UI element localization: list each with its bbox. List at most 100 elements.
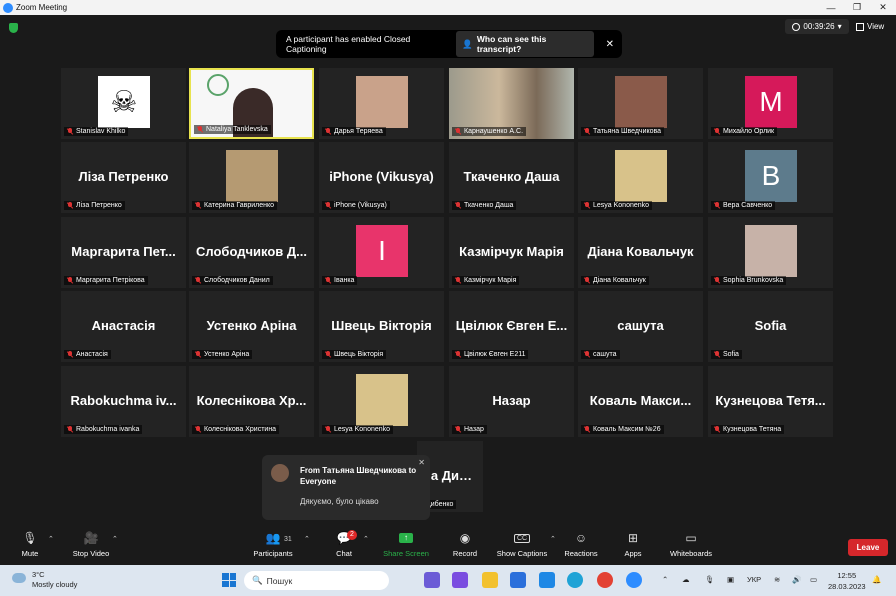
tile-name-large: Устенко Аріна <box>206 318 297 333</box>
muted-mic-icon <box>584 351 590 358</box>
video-tile[interactable]: Дарья Теряева <box>319 68 444 139</box>
video-tile[interactable]: Кузнецова Тетя... Кузнецова Тетяна <box>708 366 833 437</box>
video-tile[interactable]: Колеснікова Хр... Колеснікова Христина <box>189 366 314 437</box>
system-clock[interactable]: 12:55 28.03.2023 <box>828 570 866 592</box>
wifi-icon[interactable]: ≋ <box>774 575 780 584</box>
video-tile[interactable]: Маргарита Пет... Маргарита Петрікова <box>61 217 186 288</box>
minimize-button[interactable]: — <box>818 0 844 15</box>
video-tile[interactable]: сашута сашута <box>578 291 703 362</box>
weather-text: Mostly cloudy <box>32 580 78 589</box>
video-tile[interactable]: Катерина Гавриленко <box>189 142 314 213</box>
copilot-icon[interactable] <box>452 572 468 588</box>
chevron-down-icon: ▾ <box>837 22 842 31</box>
participants-options-chevron-icon[interactable]: ⌃ <box>304 535 310 543</box>
leave-button[interactable]: Leave <box>848 539 888 556</box>
tile-name-label: Колеснікова Христина <box>192 425 280 434</box>
video-tile[interactable]: Rabokuchma iv... Rabokuchma ivanka <box>61 366 186 437</box>
video-tile[interactable]: B Вера Савченко <box>708 142 833 213</box>
participant-name: Ткаченко Даша <box>464 202 514 209</box>
muted-mic-icon <box>325 426 331 433</box>
video-tile[interactable]: Діана Ковальчук Діана Ковальчук <box>578 217 703 288</box>
video-tile[interactable]: Lesya Kononenko <box>578 142 703 213</box>
video-tile[interactable]: Швець Вікторія Швець Вікторія <box>319 291 444 362</box>
tile-name-large: Sofia <box>754 318 787 333</box>
muted-mic-icon <box>325 202 331 209</box>
edge-browser-icon[interactable] <box>567 572 583 588</box>
chat-label: Chat <box>336 549 352 558</box>
tray-camera-icon[interactable]: ▣ <box>727 575 734 584</box>
video-tile[interactable]: Анастасія Анастасія <box>61 291 186 362</box>
battery-icon[interactable]: ▭ <box>810 575 817 584</box>
show-captions-button[interactable]: CC Show Captions <box>494 531 550 558</box>
stop-video-label: Stop Video <box>72 549 110 558</box>
weather-widget[interactable]: 3°C Mostly cloudy <box>12 570 77 590</box>
video-tile[interactable]: Устенко Аріна Устенко Аріна <box>189 291 314 362</box>
banner-close-icon[interactable]: ✕ <box>606 39 614 50</box>
tile-name-label: Михайло Орлик <box>711 127 778 136</box>
video-tile[interactable]: ☠ Stanislav Khilko <box>61 68 186 139</box>
chat-options-chevron-icon[interactable]: ⌃ <box>363 535 369 543</box>
participant-name: Lesya Kononenko <box>593 202 650 209</box>
video-options-chevron-icon[interactable]: ⌃ <box>112 535 118 543</box>
view-button[interactable]: View <box>856 19 884 34</box>
tile-name-label: Lesya Kononenko <box>322 425 394 434</box>
record-button[interactable]: ◉ Record <box>450 531 480 558</box>
maximize-button[interactable]: ❐ <box>844 0 870 15</box>
video-tile[interactable]: Карнаушенко А.С. <box>449 68 574 139</box>
video-tile[interactable]: Ткаченко Даша Ткаченко Даша <box>449 142 574 213</box>
letter-avatar: B <box>745 150 797 202</box>
microsoft-store-icon[interactable] <box>510 572 526 588</box>
tray-overflow-chevron-icon[interactable]: ⌃ <box>662 575 668 584</box>
video-tile[interactable]: Цвілюк Євген Е... Цвілюк Євген Е211 <box>449 291 574 362</box>
teams-chat-icon[interactable] <box>424 572 440 588</box>
window-title: Zoom Meeting <box>16 3 68 12</box>
taskbar-search[interactable]: 🔍 Пошук <box>244 571 389 590</box>
mute-label: Mute <box>21 549 39 558</box>
participant-name: Маргарита Петрікова <box>76 277 145 284</box>
video-tile[interactable]: Lesya Kononenko <box>319 366 444 437</box>
encryption-shield-icon[interactable] <box>9 23 18 33</box>
video-tile[interactable]: Татьяна Шведчикова <box>578 68 703 139</box>
file-explorer-icon[interactable] <box>482 572 498 588</box>
audio-options-chevron-icon[interactable]: ⌃ <box>48 535 54 543</box>
video-tile[interactable]: Назар Назар <box>449 366 574 437</box>
stop-video-button[interactable]: 🎥 Stop Video <box>68 531 114 558</box>
video-tile[interactable]: Коваль Макси... Коваль Максим №26 <box>578 366 703 437</box>
captions-options-chevron-icon[interactable]: ⌃ <box>550 535 556 543</box>
tray-microphone-icon[interactable]: 🎙 <box>705 575 715 584</box>
transcript-visibility-button[interactable]: 👤 Who can see this transcript? <box>456 31 594 57</box>
video-tile[interactable]: Sophia Brunkovska <box>708 217 833 288</box>
meeting-timer[interactable]: 00:39:26 ▾ <box>785 19 849 34</box>
share-screen-button[interactable]: ↑ Share Screen <box>380 531 432 558</box>
windows-start-icon[interactable] <box>222 573 236 587</box>
whiteboards-button[interactable]: ▭ Whiteboards <box>666 531 716 558</box>
volume-icon[interactable]: 🔊 <box>792 575 801 584</box>
zoom-taskbar-icon[interactable] <box>626 572 642 588</box>
notifications-bell-icon[interactable]: 🔔 <box>872 575 881 584</box>
tile-name-label: Діана Ковальчук <box>581 276 649 285</box>
tile-name-label: Кузнецова Тетяна <box>711 425 785 434</box>
chrome-browser-icon[interactable] <box>597 572 613 588</box>
video-tile[interactable]: Nataliya Tanklevska <box>189 68 314 139</box>
chat-popup-close-icon[interactable]: ✕ <box>418 458 425 467</box>
apps-button[interactable]: ⊞ Apps <box>620 531 646 558</box>
tile-name-label: Іванка <box>322 276 358 285</box>
skull-crossbones-avatar-icon: ☠ <box>98 76 150 128</box>
video-tile[interactable]: M Михайло Орлик <box>708 68 833 139</box>
reactions-button[interactable]: ☺ Reactions <box>562 531 600 558</box>
video-tile[interactable]: I Іванка <box>319 217 444 288</box>
participant-name: Іванка <box>334 277 355 284</box>
language-indicator[interactable]: УКР <box>747 575 761 584</box>
mail-icon[interactable] <box>539 572 555 588</box>
close-button[interactable]: ✕ <box>870 0 896 15</box>
video-tile[interactable]: Слободчиков Д... Слободчиков Данил <box>189 217 314 288</box>
mute-button[interactable]: 🎙 Mute <box>14 531 46 558</box>
video-tile[interactable]: Sofia Sofia <box>708 291 833 362</box>
video-tile[interactable]: Казмірчук Марія Казмірчук Марія <box>449 217 574 288</box>
video-tile[interactable]: Ліза Петренко Ліза Петренко <box>61 142 186 213</box>
tile-name-large: Коваль Макси... <box>589 393 692 408</box>
chat-notification[interactable]: From Татьяна Шведчикова to Everyone Дяку… <box>262 455 430 520</box>
video-tile[interactable]: iPhone (Vikusya) iPhone (Vikusya) <box>319 142 444 213</box>
onedrive-cloud-icon[interactable]: ☁ <box>682 575 690 584</box>
search-icon: 🔍 <box>252 575 263 585</box>
